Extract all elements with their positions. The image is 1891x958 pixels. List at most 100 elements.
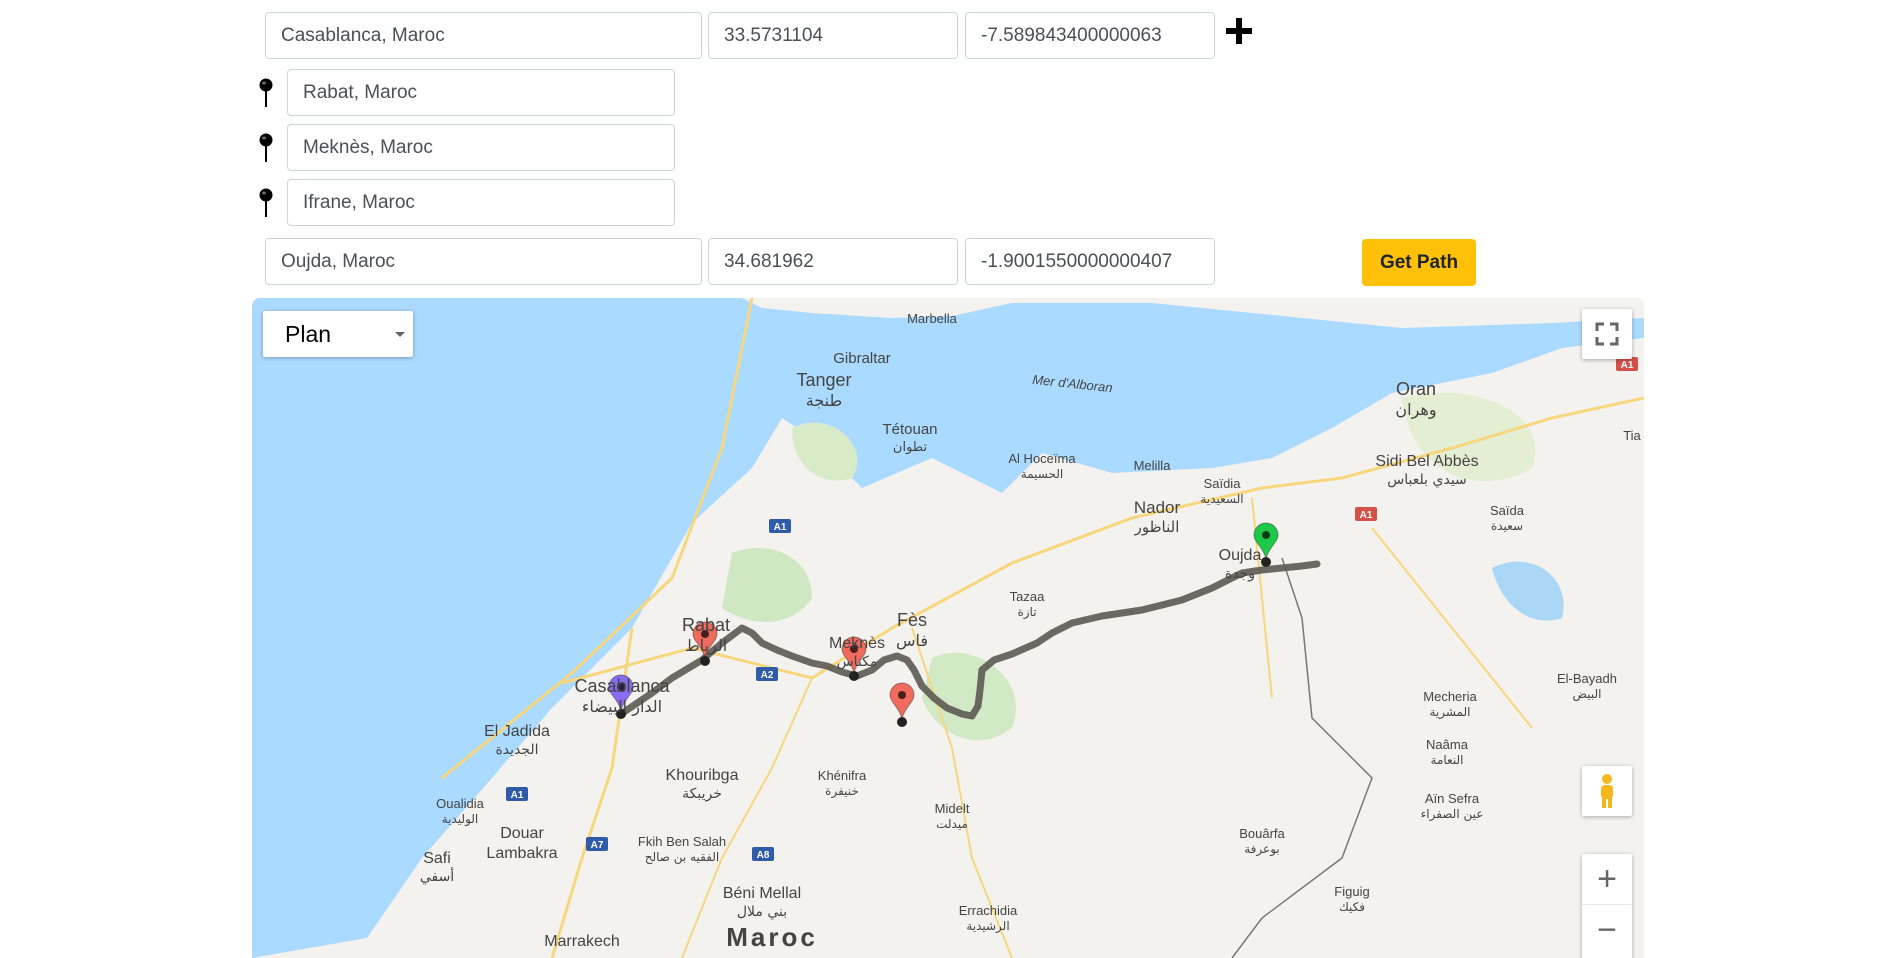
city-name: Nador: [1134, 498, 1181, 517]
city-name-arabic: طنجة: [806, 391, 842, 410]
get-path-button[interactable]: Get Path: [1362, 239, 1476, 286]
road-shield: A7: [586, 837, 608, 851]
city-name: Sidi Bel Abbès: [1375, 453, 1478, 470]
city-name-arabic: الحسيمة: [1021, 467, 1063, 481]
city-name: Aïn Sefra: [1425, 791, 1480, 806]
city-name-arabic: مكناس: [837, 654, 878, 670]
city-label: Safiأسفي: [420, 850, 454, 885]
city-label: Casablancaالدار البيضاء: [574, 676, 670, 717]
city-name: Maroc: [726, 922, 818, 952]
city-label: Douar Lambakra: [486, 825, 557, 862]
zoom-in-button[interactable]: +: [1582, 854, 1632, 905]
pushpin-icon: [259, 133, 273, 162]
city-label: Figuigفكيك: [1334, 884, 1369, 914]
city-name-arabic: سيدي بلعباس: [1387, 472, 1467, 488]
city-label: Sidi Bel Abbès سيدي بلعباس: [1375, 453, 1478, 488]
city-label: Saïdaسعيدة: [1490, 503, 1525, 533]
road-shield: A2: [756, 667, 778, 681]
city-label: Mideltميدلت: [935, 801, 970, 831]
stop-input-1[interactable]: [287, 69, 675, 116]
road-shield: A1: [769, 519, 791, 533]
city-name-arabic: النعامة: [1431, 753, 1464, 767]
pushpin-icon: [259, 78, 273, 107]
city-label: Rabatالرباط: [682, 615, 730, 656]
city-name: Lambakra: [486, 845, 557, 862]
city-name: Saïdia: [1204, 476, 1242, 491]
city-name: Meknès: [829, 635, 885, 652]
city-name-arabic: بوعرفة: [1244, 842, 1280, 857]
city-name: Figuig: [1334, 884, 1369, 899]
street-view-button[interactable]: [1582, 766, 1632, 816]
city-name-arabic: بني ملال: [737, 904, 787, 920]
fullscreen-button[interactable]: [1582, 309, 1632, 359]
destination-lat-input[interactable]: [708, 238, 958, 285]
city-name-arabic: خريبكة: [682, 786, 722, 802]
city-name-arabic: ميدلت: [936, 817, 968, 831]
destination-lng-input[interactable]: [965, 238, 1215, 285]
city-label: Naâmaالنعامة: [1426, 737, 1469, 767]
city-label: Al Hoceïmaالحسيمة: [1008, 451, 1076, 481]
road-shield-label: A1: [1621, 360, 1634, 371]
city-name: Oujda: [1219, 547, 1262, 564]
city-label: Tazaaتازة: [1010, 589, 1045, 620]
city-name-arabic: تطوان: [893, 440, 928, 455]
road-shield-label: A1: [774, 522, 787, 533]
city-label: Khouribga خريبكة: [666, 767, 739, 802]
city-label: Marrakech: [544, 933, 620, 950]
city-name-arabic: أسفي: [420, 867, 454, 885]
city-label: Meknès مكناس: [829, 635, 885, 670]
city-name: Melilla: [1134, 458, 1172, 473]
city-label: Oualidiaالوليدية: [436, 796, 484, 827]
sea-label: Mer d'Alboran: [1032, 372, 1114, 395]
city-name: Safi: [423, 850, 451, 867]
stop-input-3[interactable]: [287, 179, 675, 226]
map-labels: Marbella Gibraltar Tangerطنجة Tétouan تطوان A…: [420, 311, 1642, 952]
city-name: Midelt: [935, 801, 970, 816]
city-name: Mecheria: [1423, 689, 1477, 704]
city-name-arabic: وجدة: [1225, 566, 1255, 582]
road-shield-label: A8: [757, 850, 770, 861]
route-map[interactable]: Marbella Gibraltar Tanger طنجة Tétouan تطوان A…: [252, 298, 1644, 958]
city-name-arabic: المشرية: [1429, 705, 1470, 720]
city-name-arabic: الرباط: [685, 636, 727, 656]
city-label: Mecheriaالمشرية: [1423, 689, 1477, 720]
city-name-arabic: فكيك: [1339, 900, 1365, 914]
road-shield: A8: [752, 847, 774, 861]
city-name: El Jadida: [484, 723, 550, 740]
zoom-control: + −: [1582, 854, 1632, 958]
city-name: Béni Mellal: [723, 885, 801, 902]
city-name: Oran: [1396, 379, 1436, 399]
city-name: Rabat: [682, 615, 730, 635]
stop-input-2[interactable]: [287, 124, 675, 171]
city-label: Tangerطنجة: [796, 370, 851, 410]
city-label: Oujda وجدة: [1219, 547, 1262, 582]
city-label: Fkih Ben Salahالفقيه بن صالح: [638, 834, 726, 865]
city-label: Fèsفاس: [896, 610, 928, 650]
city-name: Tétouan: [882, 421, 937, 438]
road-shield: A1: [1616, 357, 1638, 371]
city-name: Marrakech: [544, 933, 620, 950]
city-name: Bouârfa: [1239, 826, 1285, 841]
city-label: El-Bayadhالبيض: [1557, 671, 1617, 702]
pegman-icon: [1601, 774, 1613, 808]
city-name: Khouribga: [666, 767, 739, 784]
road-shield-label: A7: [591, 840, 604, 851]
city-name-arabic: فاس: [896, 631, 928, 650]
city-label: Oranوهران: [1395, 379, 1436, 420]
road-shield-label: A1: [1360, 510, 1373, 521]
city-name-arabic: البيض: [1573, 687, 1602, 702]
city-name: Gibraltar: [833, 350, 891, 367]
map-type-select[interactable]: Plan: [263, 311, 413, 357]
city-name-arabic: سعيدة: [1491, 519, 1523, 533]
city-name: Naâma: [1426, 737, 1469, 752]
add-stop-button[interactable]: [1224, 16, 1254, 46]
city-name-arabic: عين الصفراء: [1421, 807, 1484, 822]
city-name: Marbella: [907, 311, 958, 326]
road-shield: A1: [1355, 507, 1377, 521]
destination-place-input[interactable]: [265, 238, 702, 285]
origin-place-input[interactable]: [265, 12, 702, 59]
origin-lat-input[interactable]: [708, 12, 958, 59]
zoom-out-button[interactable]: −: [1582, 905, 1632, 955]
origin-lng-input[interactable]: [965, 12, 1215, 59]
road-shield-label: A1: [511, 790, 524, 801]
